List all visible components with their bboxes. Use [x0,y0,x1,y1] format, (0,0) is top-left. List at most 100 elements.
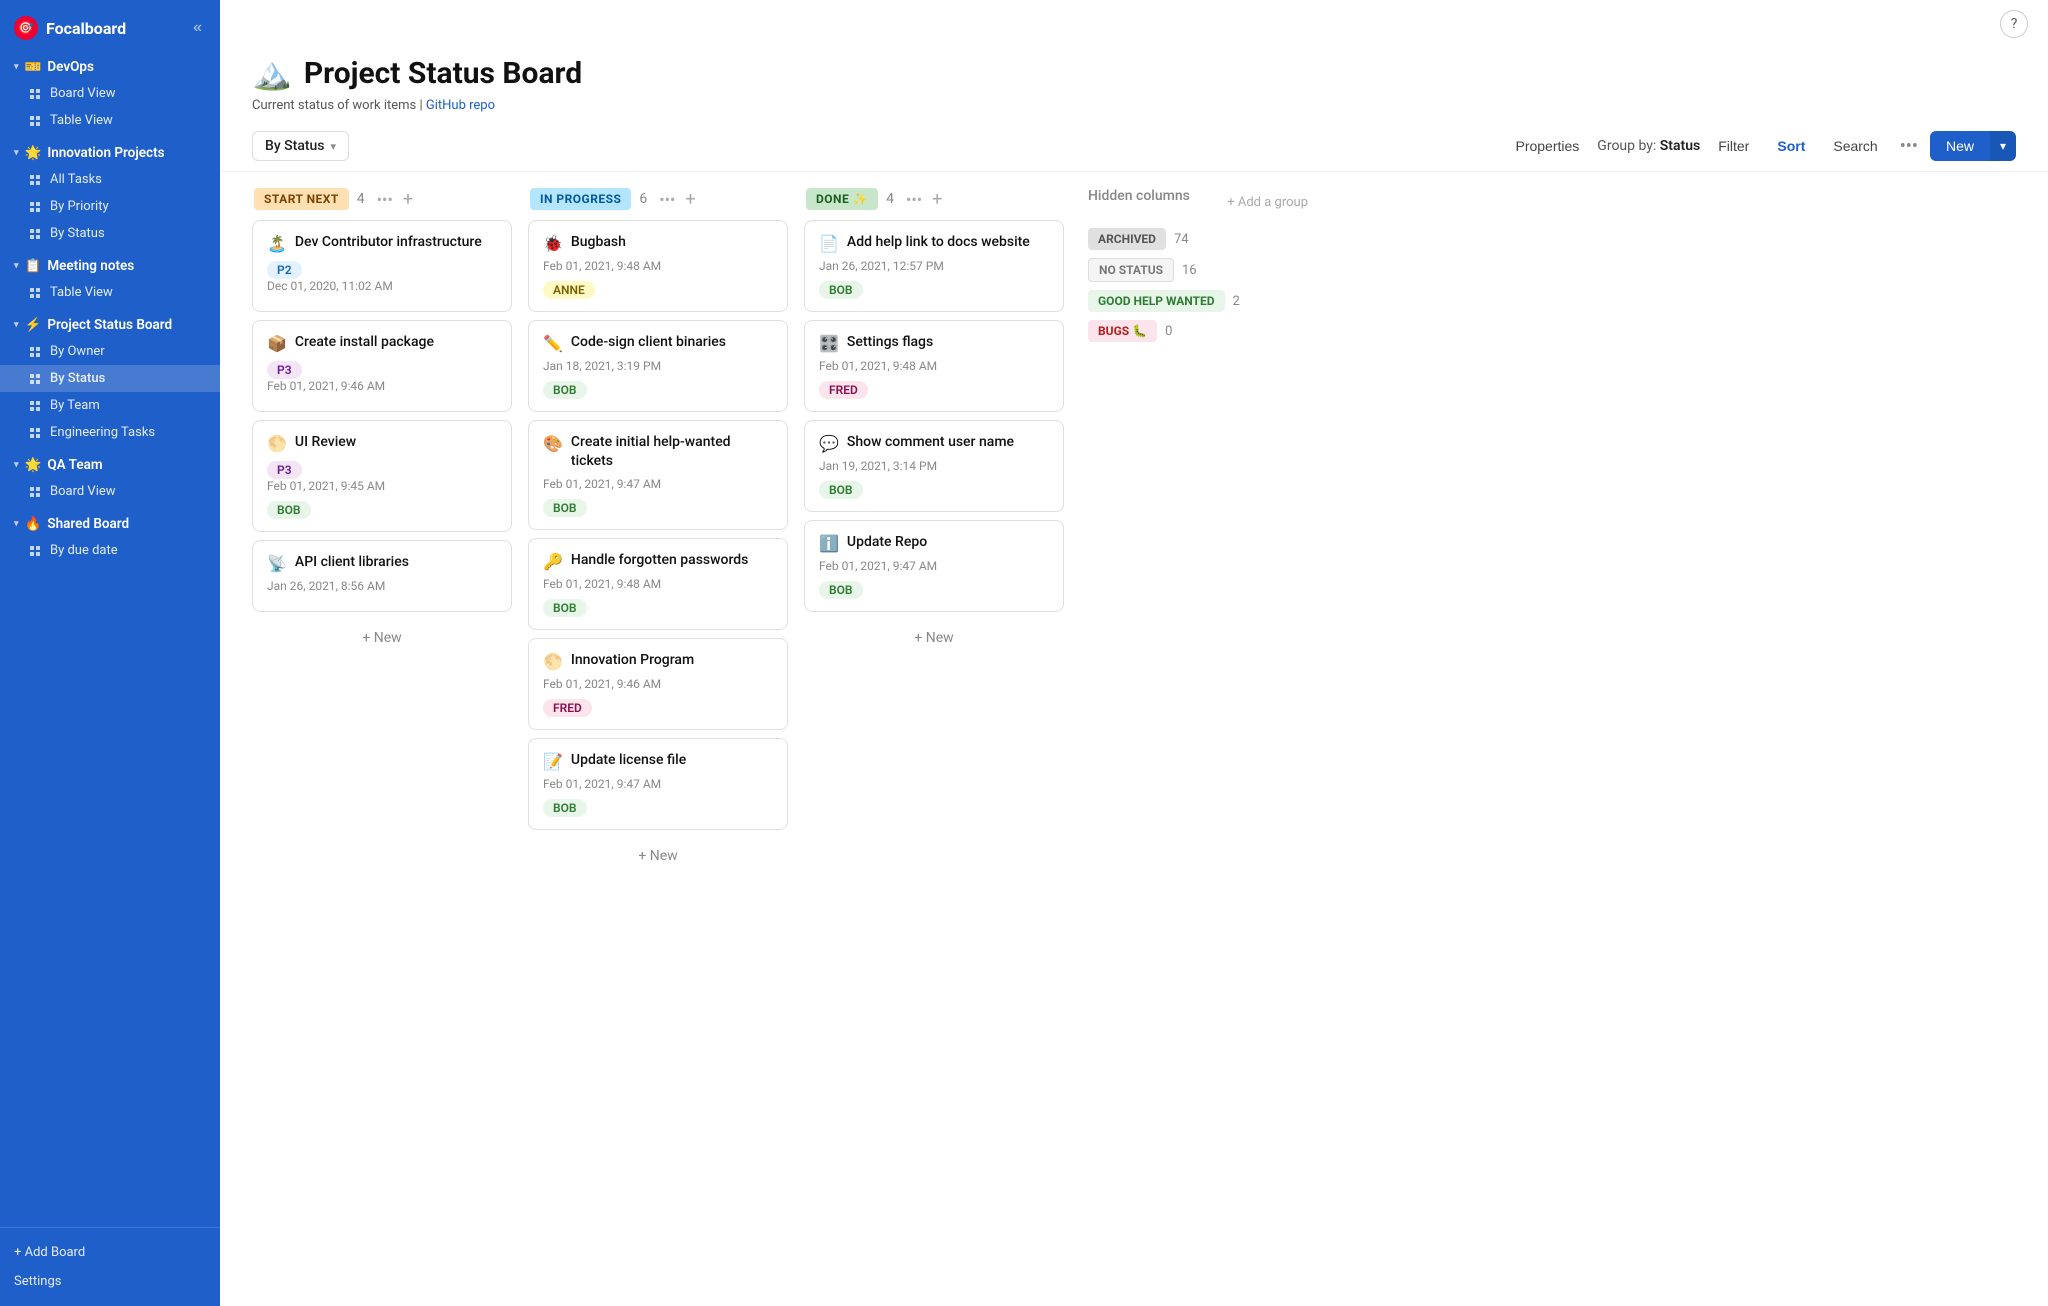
github-repo-link[interactable]: GitHub repo [426,98,495,113]
card-title-row: 📄 Add help link to docs website [819,233,1049,253]
card-title-row: ✏️ Code-sign client binaries [543,333,773,353]
card-date: Jan 18, 2021, 3:19 PM [543,359,773,373]
col-badge-start-next: START NEXT [254,188,349,210]
settings-button[interactable]: Settings [0,1267,220,1296]
card-update-license[interactable]: 📝 Update license file Feb 01, 2021, 9:47… [528,738,788,830]
col-add-icon[interactable]: + [932,189,942,210]
card-forgotten-passwords[interactable]: 🔑 Handle forgotten passwords Feb 01, 202… [528,538,788,630]
sidebar-item-by-due-date[interactable]: By due date [0,537,220,564]
new-caret-button[interactable]: ▾ [1990,131,2016,161]
card-tag-p3: P3 [267,361,302,379]
col-add-icon[interactable]: + [685,189,695,210]
sidebar-item-table-view-meeting[interactable]: Table View [0,279,220,306]
sidebar-collapse-button[interactable]: « [189,17,206,39]
qateam-emoji: 🌟 [25,457,42,473]
card-title: Dev Contributor infrastructure [295,233,482,252]
sidebar-item-engineering-tasks[interactable]: Engineering Tasks [0,419,220,446]
logo-icon: 🎯 [14,16,38,40]
add-group-button[interactable]: + Add a group [1227,195,1308,210]
add-new-done[interactable]: + New [804,620,1064,656]
card-codesign[interactable]: ✏️ Code-sign client binaries Jan 18, 202… [528,320,788,412]
sidebar-section-innovation: ▾ 🌟 Innovation Projects All Tasks By Pri… [0,138,220,251]
more-options-icon[interactable]: ••• [1896,136,1922,157]
sidebar-group-sharedboard[interactable]: ▾ 🔥 Shared Board [0,509,220,537]
sidebar-group-qateam[interactable]: ▾ 🌟 QA Team [0,450,220,478]
card-emoji: 🏝️ [267,234,287,253]
filter-button[interactable]: Filter [1708,132,1759,160]
card-date: Jan 26, 2021, 8:56 AM [267,579,497,593]
card-emoji: 🎛️ [819,334,839,353]
sidebar-section-qateam: ▾ 🌟 QA Team Board View [0,450,220,509]
col-header-in-progress: IN PROGRESS 6 ••• + [528,188,788,210]
sidebar-group-meeting[interactable]: ▾ 📋 Meeting notes [0,251,220,279]
card-title-row: 🎛️ Settings flags [819,333,1049,353]
board-header: 🏔️ Project Status Board Current status o… [220,38,2048,121]
sidebar-group-projectstatus[interactable]: ▾ ⚡ Project Status Board [0,310,220,338]
sidebar-item-by-team[interactable]: By Team [0,392,220,419]
card-date: Feb 01, 2021, 9:48 AM [543,577,773,591]
sidebar-item-by-priority[interactable]: By Priority [0,193,220,220]
board-emoji: 🏔️ [252,54,292,92]
hidden-columns-panel: Hidden columns + Add a group ARCHIVED 74… [1088,188,1308,350]
sidebar-item-label: Engineering Tasks [50,425,155,440]
chevron-down-icon: ▾ [331,140,337,153]
sidebar-item-by-status-psb[interactable]: By Status [0,365,220,392]
sidebar-item-by-owner[interactable]: By Owner [0,338,220,365]
sidebar-group-devops[interactable]: ▾ 🎫 DevOps [0,52,220,80]
sidebar-section-sharedboard: ▾ 🔥 Shared Board By due date [0,509,220,568]
col-menu-icon[interactable]: ••• [659,190,675,209]
chevron-icon: ▾ [14,62,19,72]
col-add-icon[interactable]: + [403,189,413,210]
card-title: Update license file [571,751,686,770]
group-by-prefix: Group by: [1597,138,1659,154]
card-tag-bob: BOB [819,281,863,299]
card-emoji: 📝 [543,752,563,771]
hidden-col-bugs: BUGS 🐛 0 [1088,320,1308,342]
card-create-install[interactable]: 📦 Create install package P3 Feb 01, 2021… [252,320,512,412]
grid-icon [28,227,42,241]
card-emoji: 🔑 [543,552,563,571]
devops-emoji: 🎫 [25,59,42,75]
card-helpwanted[interactable]: 🎨 Create initial help-wanted tickets Feb… [528,420,788,530]
sidebar-section-projectstatus: ▾ ⚡ Project Status Board By Owner By Sta… [0,310,220,450]
add-new-start-next[interactable]: + New [252,620,512,656]
card-api-client[interactable]: 📡 API client libraries Jan 26, 2021, 8:5… [252,540,512,612]
sort-button[interactable]: Sort [1767,132,1815,160]
add-new-in-progress[interactable]: + New [528,838,788,874]
view-selector[interactable]: By Status ▾ [252,131,349,161]
card-title-row: 🌕 Innovation Program [543,651,773,671]
sidebar-item-table-view-devops[interactable]: Table View [0,107,220,134]
sidebar-item-board-view-qa[interactable]: Board View [0,478,220,505]
card-emoji: 🐞 [543,234,563,253]
add-board-button[interactable]: + Add Board [0,1238,220,1267]
properties-button[interactable]: Properties [1505,132,1589,160]
card-title: Bugbash [571,233,626,252]
grid-icon [28,399,42,413]
card-title-row: 🎨 Create initial help-wanted tickets [543,433,773,471]
card-title-row: 📦 Create install package [267,333,497,353]
sidebar-item-by-status-innovation[interactable]: By Status [0,220,220,247]
new-button[interactable]: New [1930,131,1990,161]
search-button[interactable]: Search [1823,132,1887,160]
card-title-row: 💬 Show comment user name [819,433,1049,453]
col-menu-icon[interactable]: ••• [377,190,393,209]
card-innovation-program[interactable]: 🌕 Innovation Program Feb 01, 2021, 9:46 … [528,638,788,730]
card-ui-review[interactable]: 🌕 UI Review P3 Feb 01, 2021, 9:45 AM BOB [252,420,512,532]
sidebar-section-meeting: ▾ 📋 Meeting notes Table View [0,251,220,310]
sidebar-item-all-tasks[interactable]: All Tasks [0,166,220,193]
card-bugbash[interactable]: 🐞 Bugbash Feb 01, 2021, 9:48 AM ANNE [528,220,788,312]
card-add-help-link[interactable]: 📄 Add help link to docs website Jan 26, … [804,220,1064,312]
card-update-repo[interactable]: ℹ️ Update Repo Feb 01, 2021, 9:47 AM BOB [804,520,1064,612]
card-dev-contributor[interactable]: 🏝️ Dev Contributor infrastructure P2 Dec… [252,220,512,312]
sidebar-item-board-view-devops[interactable]: Board View [0,80,220,107]
help-button[interactable]: ? [2000,10,2028,38]
card-emoji: ℹ️ [819,534,839,553]
col-count-start-next: 4 [357,191,365,207]
card-emoji: 💬 [819,434,839,453]
card-settings-flags[interactable]: 🎛️ Settings flags Feb 01, 2021, 9:48 AM … [804,320,1064,412]
bugs-count: 0 [1165,324,1172,339]
sidebar-group-innovation[interactable]: ▾ 🌟 Innovation Projects [0,138,220,166]
col-menu-icon[interactable]: ••• [906,190,922,209]
column-start-next: START NEXT 4 ••• + 🏝️ Dev Contributor in… [252,188,512,656]
card-show-comment[interactable]: 💬 Show comment user name Jan 19, 2021, 3… [804,420,1064,512]
